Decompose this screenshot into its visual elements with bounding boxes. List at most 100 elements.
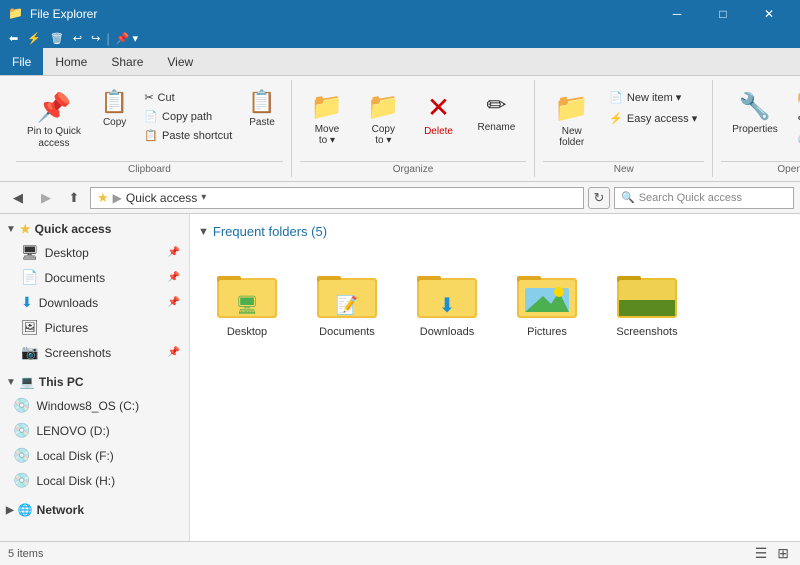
network-header[interactable]: ▶ 🌐 Network: [0, 499, 189, 521]
cut-button[interactable]: ✂ Cut: [137, 88, 239, 107]
rename-label: Rename: [478, 122, 516, 133]
copy-to-button[interactable]: 📁 Copyto ▾: [356, 84, 410, 153]
paste-shortcut-button[interactable]: 📋 Paste shortcut: [137, 126, 239, 145]
close-button[interactable]: ✕: [746, 0, 792, 28]
delete-icon: ✕: [427, 91, 450, 124]
network-icon: 🌐: [18, 503, 33, 517]
forward-button[interactable]: ▶: [34, 186, 58, 210]
moveto-icon: 📁: [311, 91, 343, 122]
sidebar-drive-d[interactable]: 💿 LENOVO (D:): [0, 418, 189, 443]
section-title-text: Frequent folders (5): [213, 224, 327, 239]
drive-c-label: Windows8_OS (C:): [36, 399, 139, 413]
delete-label: Delete: [424, 126, 453, 137]
new-folder-button[interactable]: 📁 Newfolder: [543, 84, 600, 155]
quick-access-label: Quick access: [35, 222, 112, 236]
new-item-button[interactable]: 📄 New item ▾: [602, 88, 704, 107]
qa-back[interactable]: ⬅: [6, 32, 21, 45]
menu-file[interactable]: File: [0, 48, 43, 75]
qa-delete[interactable]: 🗑: [47, 32, 67, 45]
content-area: ▼ ★ Quick access 🖥 Desktop 📌 📄 Documents…: [0, 214, 800, 541]
folder-screenshots-icon-container: [615, 266, 679, 322]
network-chevron-icon: ▶: [6, 505, 14, 516]
menu-view[interactable]: View: [155, 48, 205, 75]
this-pc-header[interactable]: ▼ 💻 This PC: [0, 371, 189, 393]
newfolder-label: Newfolder: [559, 126, 584, 148]
folder-screenshots[interactable]: Screenshots: [602, 257, 692, 347]
rename-icon: ✏: [486, 91, 506, 120]
sidebar-item-desktop[interactable]: 🖥 Desktop 📌: [0, 240, 189, 265]
folder-downloads-label: Downloads: [420, 326, 474, 338]
search-placeholder: Search Quick access: [639, 192, 742, 204]
delete-button[interactable]: ✕ Delete: [413, 84, 465, 144]
folder-desktop-label: Desktop: [227, 326, 267, 338]
pin-to-quickaccess-button[interactable]: 📌 Pin to Quickaccess: [16, 84, 92, 157]
documents-icon: 📄: [21, 269, 38, 286]
copy-button[interactable]: 📋 Copy: [94, 84, 135, 133]
refresh-button[interactable]: ↻: [588, 187, 610, 209]
qa-properties[interactable]: ⚡: [24, 32, 44, 45]
qa-pin[interactable]: 📌 ▾: [113, 32, 141, 45]
address-path: Quick access: [126, 191, 197, 205]
back-button[interactable]: ◀: [6, 186, 30, 210]
properties-label: Properties: [732, 124, 778, 135]
properties-button[interactable]: 🔧 Properties: [721, 84, 789, 142]
ribbon-clipboard-group: 📌 Pin to Quickaccess 📋 Copy ✂ Cut: [8, 80, 292, 177]
ribbon-open-group: 🔧 Properties 📂 Open ▾ ✏ Edit 🕐 History O…: [713, 80, 800, 177]
up-button[interactable]: ⬆: [62, 186, 86, 210]
status-bar: 5 items ☰ ⊞: [0, 541, 800, 565]
edit-button[interactable]: ✏ Edit: [791, 109, 800, 128]
pictures-icon: 🖼: [21, 319, 39, 336]
documents-label: Documents: [44, 271, 105, 285]
screenshots-icon: 📷: [21, 344, 38, 361]
easy-access-button[interactable]: ⚡ Easy access ▾: [602, 109, 704, 128]
sidebar-item-pictures[interactable]: 🖼 Pictures: [0, 315, 189, 340]
pictures-label: Pictures: [45, 321, 88, 335]
copyto-label: Copyto ▾: [372, 124, 395, 146]
grid-view-button[interactable]: ⊞: [774, 545, 792, 562]
folder-downloads-icon-container: ⬇: [415, 266, 479, 322]
title-bar: 📁 File Explorer ─ □ ✕: [0, 0, 800, 28]
copyto-icon: 📁: [367, 91, 399, 122]
organize-label: Organize: [300, 161, 527, 177]
paste-icon: 📋: [248, 89, 275, 115]
documents-overlay-icon: 📝: [336, 295, 358, 316]
folder-desktop[interactable]: 🖥 Desktop: [202, 257, 292, 347]
quick-access-header[interactable]: ▼ ★ Quick access: [0, 218, 189, 240]
menu-share[interactable]: Share: [99, 48, 155, 75]
easyaccess-label: Easy access ▾: [627, 112, 697, 125]
downloads-pin-icon: 📌: [168, 297, 180, 308]
sidebar-item-documents[interactable]: 📄 Documents 📌: [0, 265, 189, 290]
window-controls: ─ □ ✕: [654, 0, 792, 28]
address-box[interactable]: ★ ▶ Quick access ▾: [90, 187, 584, 209]
qa-undo[interactable]: ↩: [70, 32, 85, 45]
menu-home[interactable]: Home: [43, 48, 99, 75]
copy-path-button[interactable]: 📄 Copy path: [137, 107, 239, 126]
search-box[interactable]: 🔍 Search Quick access: [614, 187, 794, 209]
folder-documents[interactable]: 📝 Documents: [302, 257, 392, 347]
downloads-overlay-icon: ⬇: [439, 293, 456, 318]
minimize-button[interactable]: ─: [654, 0, 700, 28]
history-button[interactable]: 🕐 History: [791, 130, 800, 149]
sidebar-item-screenshots[interactable]: 📷 Screenshots 📌: [0, 340, 189, 365]
cut-label: Cut: [158, 92, 175, 104]
sidebar-drive-f[interactable]: 💿 Local Disk (F:): [0, 443, 189, 468]
thispc-chevron-icon: ▼: [6, 377, 16, 388]
sidebar-drive-h[interactable]: 💿 Local Disk (H:): [0, 468, 189, 493]
maximize-button[interactable]: □: [700, 0, 746, 28]
rename-button[interactable]: ✏ Rename: [467, 84, 527, 140]
sidebar-item-downloads[interactable]: ⬇ Downloads 📌: [0, 290, 189, 315]
qa-redo[interactable]: ↪: [88, 32, 103, 45]
open-button[interactable]: 📂 Open ▾: [791, 88, 800, 107]
desktop-icon: 🖥: [21, 244, 39, 261]
section-chevron-icon: ▼: [198, 226, 209, 238]
list-view-button[interactable]: ☰: [752, 545, 771, 562]
ribbon-organize-group: 📁 Moveto ▾ 📁 Copyto ▾ ✕ Delete ✏ Rename …: [292, 80, 536, 177]
folder-screenshots-label: Screenshots: [616, 326, 677, 338]
folder-downloads[interactable]: ⬇ Downloads: [402, 257, 492, 347]
folder-pictures[interactable]: Pictures: [502, 257, 592, 347]
sidebar-drive-c[interactable]: 💿 Windows8_OS (C:): [0, 393, 189, 418]
address-separator: ▶: [113, 191, 122, 205]
paste-button[interactable]: 📋 Paste: [241, 84, 282, 133]
folder-screenshots-svg: [615, 268, 679, 320]
move-to-button[interactable]: 📁 Moveto ▾: [300, 84, 354, 153]
